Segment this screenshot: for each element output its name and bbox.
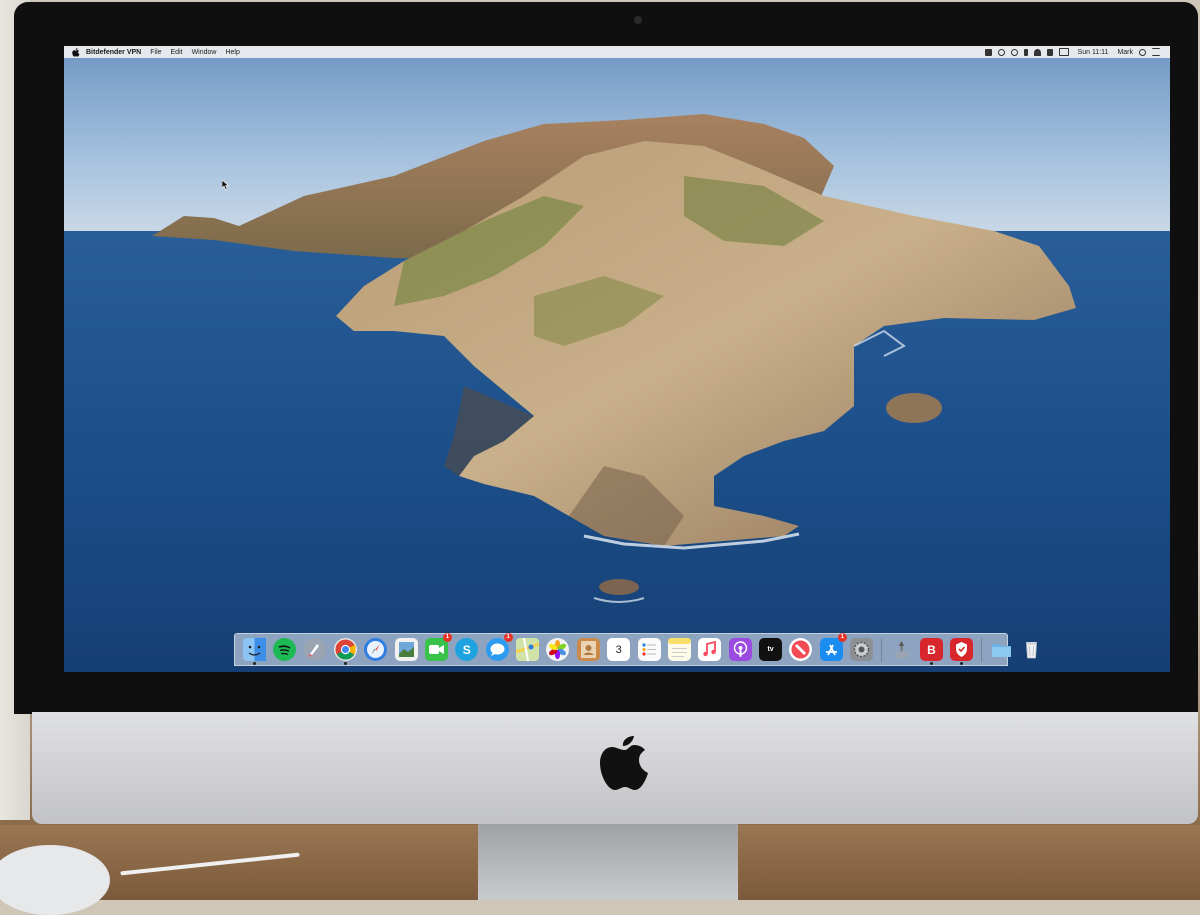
photos-icon[interactable] [546, 638, 570, 661]
music-icon[interactable] [698, 638, 722, 661]
trash-icon[interactable] [1020, 638, 1043, 661]
downloads-folder-icon[interactable] [990, 638, 1013, 661]
notification-badge: 1 [837, 633, 847, 642]
menu-window[interactable]: Window [192, 49, 217, 56]
dock: 1 S 1 3 tv 1 B [234, 633, 1038, 666]
appletv-icon[interactable]: tv [759, 638, 783, 661]
menu-app-name[interactable]: Bitdefender VPN [86, 49, 141, 56]
apple-logo-icon [600, 736, 648, 790]
running-indicator [960, 662, 964, 665]
apple-menu-icon[interactable] [72, 47, 80, 57]
menu-bar: Bitdefender VPN File Edit Window Help Su… [64, 46, 1170, 58]
maps-icon[interactable] [516, 638, 540, 661]
spotlight-icon[interactable] [1139, 48, 1146, 56]
facetime-icon[interactable]: 1 [424, 633, 452, 661]
skype-icon[interactable]: S [455, 638, 479, 661]
launchpad-icon[interactable] [303, 638, 327, 661]
bitdefender-icon[interactable]: B [919, 638, 943, 665]
spotify-icon[interactable] [273, 638, 297, 661]
dock-separator [981, 637, 982, 662]
status-area: Sun 11:11 Mark [979, 48, 1170, 56]
chrome-icon[interactable] [333, 638, 357, 665]
bitdefender-letter: B [927, 642, 936, 657]
notification-badge: 1 [442, 633, 452, 642]
menu-clock[interactable]: Sun 11:11 [1078, 49, 1109, 56]
system-preferences-icon[interactable] [850, 638, 874, 661]
running-indicator [929, 662, 933, 665]
podcasts-icon[interactable] [728, 638, 752, 661]
dock-separator [880, 637, 882, 662]
notification-badge: 1 [503, 633, 513, 642]
contacts-icon[interactable] [576, 638, 600, 661]
vpn-status-icon[interactable] [1010, 48, 1018, 56]
catalina-wallpaper [64, 46, 1170, 672]
preview-icon[interactable] [394, 638, 418, 661]
running-indicator [252, 662, 256, 665]
bluetooth-icon[interactable] [1023, 48, 1028, 56]
screen-time-icon[interactable] [997, 48, 1005, 56]
news-icon[interactable] [789, 638, 813, 661]
utilities-icon[interactable] [890, 638, 913, 661]
notification-center-icon[interactable] [1152, 48, 1160, 56]
mouse [0, 845, 110, 915]
finder-icon[interactable] [242, 638, 266, 665]
camera [634, 16, 642, 24]
mouse-pointer-icon [222, 180, 230, 190]
volume-icon[interactable] [1046, 48, 1053, 56]
bitdefender-status-icon[interactable] [984, 48, 992, 56]
appletv-label: tv [767, 646, 774, 653]
imac-stand [478, 818, 738, 900]
menu-edit[interactable]: Edit [171, 49, 183, 56]
airplay-icon[interactable] [1058, 48, 1069, 56]
safari-icon[interactable] [364, 638, 388, 661]
bitdefender-vpn-icon[interactable] [950, 638, 974, 665]
reminders-icon[interactable] [637, 638, 661, 661]
desktop-screen[interactable]: Bitdefender VPN File Edit Window Help Su… [64, 46, 1170, 672]
calendar-day: 3 [615, 644, 622, 656]
menu-file[interactable]: File [150, 49, 161, 56]
calendar-icon[interactable]: 3 [607, 638, 631, 661]
wifi-icon[interactable] [1033, 48, 1041, 56]
menu-user[interactable]: Mark [1117, 49, 1133, 56]
skype-letter: S [462, 642, 471, 657]
messages-icon[interactable]: 1 [485, 633, 513, 661]
notes-icon[interactable] [667, 638, 691, 661]
running-indicator [343, 662, 347, 665]
menu-help[interactable]: Help [225, 49, 239, 56]
appstore-icon[interactable]: 1 [819, 633, 847, 661]
